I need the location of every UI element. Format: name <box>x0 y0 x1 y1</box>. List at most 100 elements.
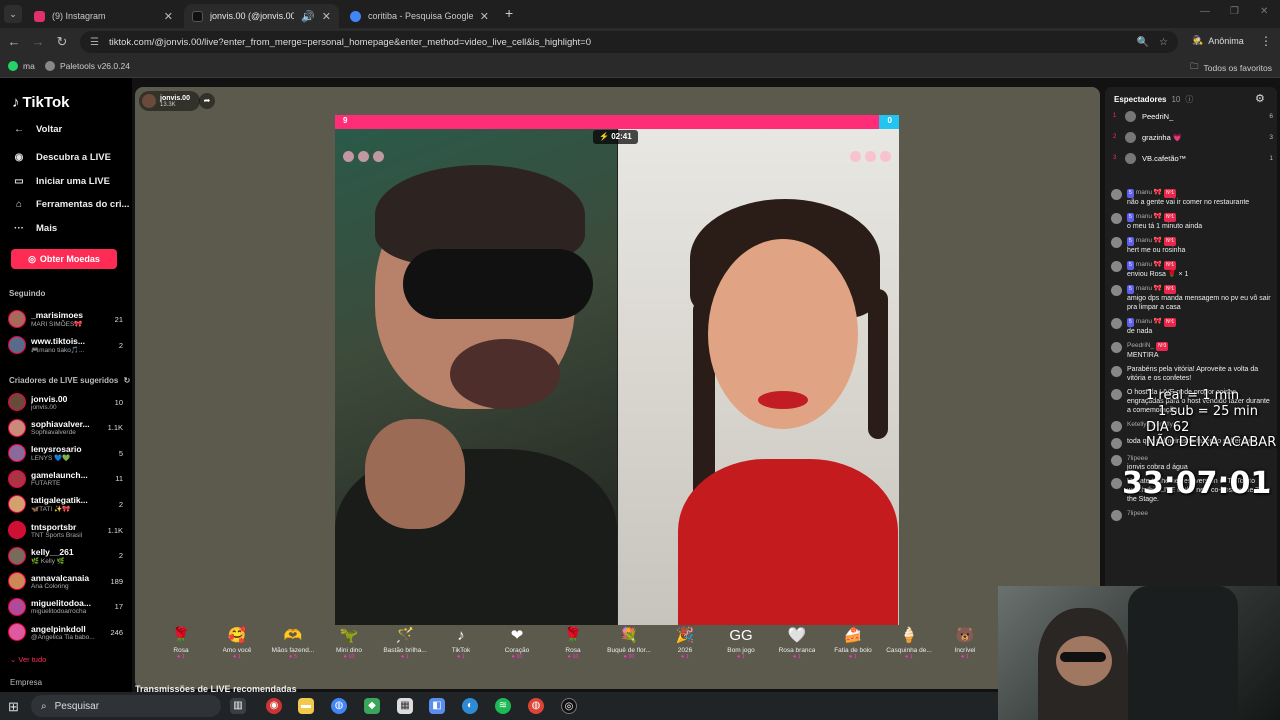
chat-message[interactable]: 5 manu 🎀 Nº1 enviou Rosa 🌹 × 1 <box>1111 260 1273 279</box>
following-account[interactable]: _marisimoes MARI SIMÕES🎀 21 <box>8 308 123 330</box>
suggested-account[interactable]: annavalcanaia Ana Coloring 189 <box>8 570 123 592</box>
nav-more[interactable]: ··· Mais <box>12 223 57 234</box>
tiktok-logo[interactable]: ♪ TikTok <box>12 94 69 111</box>
tab-tiktok[interactable]: jonvis.00 (@jonvis.00) com 🔊 ✕ <box>184 4 339 28</box>
browser-menu-icon[interactable]: ⋮ <box>1260 34 1272 48</box>
gift-item[interactable]: 🤍 Rosa branca ● 1 <box>769 625 825 675</box>
nav-discover-live[interactable]: ◉ Descubra a LIVE <box>12 152 111 163</box>
file-explorer-icon[interactable]: ▬ <box>298 698 314 714</box>
back-icon[interactable]: ← <box>6 34 22 49</box>
new-tab-icon[interactable]: + <box>505 5 513 21</box>
top-viewer-row[interactable]: 2 grazinha 💗 3 <box>1113 130 1273 144</box>
chat-message[interactable]: Parabéns pela vitória! Aproveite a volta… <box>1111 365 1273 383</box>
refresh-icon[interactable]: ↻ <box>124 376 131 385</box>
top-viewer-row[interactable]: 3 VB.cafetão™ 1 <box>1113 151 1273 165</box>
maximize-icon[interactable]: ❐ <box>1230 6 1239 17</box>
suggested-account[interactable]: kelly__261 🌿 Kelly 🌿 2 <box>8 545 123 567</box>
gift-price-value: 1 <box>181 654 185 660</box>
reload-icon[interactable]: ↻ <box>54 34 70 50</box>
back-link[interactable]: ← Voltar <box>12 124 62 135</box>
app-icon[interactable]: ◆ <box>364 698 380 714</box>
close-tab-icon[interactable]: ✕ <box>322 10 331 23</box>
speaker-icon[interactable]: 🔊 <box>301 10 315 23</box>
following-account[interactable]: www.tiktois... 🎮mano tiako🎵... 2 <box>8 334 123 356</box>
minimize-icon[interactable]: — <box>1200 6 1210 17</box>
obs-icon[interactable]: ◎ <box>561 698 577 714</box>
see-all-link[interactable]: ⌄ Ver tudo <box>10 655 46 664</box>
store-icon[interactable]: ▦ <box>397 698 413 714</box>
chat-message[interactable]: 5 manu 🎀 Nº1 hert me ou rosinha <box>1111 236 1273 255</box>
site-info-icon[interactable]: ☰ <box>90 37 99 48</box>
suggested-account[interactable]: tatigalegatik... 🦋TATI ✨🎀 2 <box>8 493 123 515</box>
tab-google[interactable]: coritiba - Pesquisa Google ✕ <box>342 4 497 28</box>
chat-message[interactable]: Ketellyn Kemilly <box>1111 420 1273 432</box>
top-viewer-row[interactable]: 1 PeedriN_ 6 <box>1113 109 1273 123</box>
app-icon[interactable]: ◉ <box>266 698 282 714</box>
gift-item[interactable]: 🍦 Casquinha de... ● 1 <box>881 625 937 675</box>
gift-item[interactable]: 🌹 Rosa ● 10 <box>545 625 601 675</box>
close-tab-icon[interactable]: ✕ <box>480 10 489 23</box>
gift-item[interactable]: ❤ Coração ● 10 <box>489 625 545 675</box>
task-view-icon[interactable]: ▥ <box>230 698 246 714</box>
chat-message[interactable]: 5 manu 🎀 Nº1 não a gente vai ir comer no re… <box>1111 188 1273 207</box>
tab-instagram[interactable]: (9) Instagram ✕ <box>26 4 181 28</box>
suggested-account[interactable]: sophiavalver... Sophiavalverde 1.1K <box>8 417 123 439</box>
get-coins-button[interactable]: ◎ Obter Moedas <box>11 249 117 269</box>
nav-start-live[interactable]: ▭ Iniciar uma LIVE <box>12 176 110 187</box>
gift-item[interactable]: 💐 Buquê de flor... ● 30 <box>601 625 657 675</box>
chrome-icon[interactable]: ◍ <box>528 698 544 714</box>
chat-message[interactable]: PeedriN_ Nº3 MENTIRA <box>1111 341 1273 360</box>
suggested-account[interactable]: tntsportsbr TNT Sports Brasil 1.1K <box>8 519 123 541</box>
address-bar[interactable]: ☰ tiktok.com/@jonvis.00/live?enter_from_… <box>80 31 1178 53</box>
gift-item[interactable]: 🍰 Fatia de bolo ● 1 <box>825 625 881 675</box>
bookmark-whatsapp[interactable]: ma <box>8 61 35 71</box>
url-text[interactable]: tiktok.com/@jonvis.00/live?enter_from_me… <box>109 37 1127 48</box>
host-info[interactable]: jonvis.00 13.3K <box>139 91 200 111</box>
gift-item[interactable]: 🎉 2026 ● 1 <box>657 625 713 675</box>
incognito-indicator[interactable]: 🕵 Anônima <box>1192 35 1244 46</box>
bookmark-paletools[interactable]: Paletools v26.0.24 <box>45 61 130 71</box>
gift-item[interactable]: 🫶 Mãos fazend... ● 5 <box>265 625 321 675</box>
suggested-account[interactable]: angelpinkdoll @Angelica Tia babo... 246 <box>8 621 123 643</box>
gift-item[interactable]: 🐻 Incrível ● 1 <box>937 625 993 675</box>
suggested-account[interactable]: gamelaunch... FUTARTE 11 <box>8 468 123 490</box>
chrome-icon[interactable]: ◍ <box>331 698 347 714</box>
close-window-icon[interactable]: ✕ <box>1260 6 1268 17</box>
chat-username: manu 🎀 <box>1135 213 1162 220</box>
gear-icon[interactable]: ⚙ <box>1255 92 1265 105</box>
all-bookmarks[interactable]: 🗀 Todos os favoritos <box>1190 61 1272 75</box>
host-viewers: 13.3K <box>160 101 176 108</box>
suggested-account[interactable]: miguelitodoa... miguelitodoarrocha 17 <box>8 596 123 618</box>
account-name: tntsportsbr <box>31 521 77 532</box>
chat-message[interactable]: 5 manu 🎀 Nº1 amigo dps manda mensagem no pv… <box>1111 284 1273 312</box>
live-video[interactable]: 9 0 ⚡ 02:41 <box>335 115 899 625</box>
edge-icon[interactable]: ◐ <box>462 698 478 714</box>
star-icon[interactable]: ☆ <box>1159 37 1168 48</box>
gift-item[interactable]: 🪄 Bastão brilha... ● 1 <box>377 625 433 675</box>
gift-item[interactable]: 🦖 Mini dino ● 10 <box>321 625 377 675</box>
chat-message[interactable]: 5 manu 🎀 Nº1 de nada <box>1111 317 1273 336</box>
taskbar-search[interactable]: ⌕ Pesquisar <box>31 695 221 717</box>
windows-start-icon[interactable]: ⊞ <box>8 699 19 715</box>
close-tab-icon[interactable]: ✕ <box>164 10 173 23</box>
gift-item[interactable]: 🌹 Rosa ● 1 <box>153 625 209 675</box>
chat-message[interactable]: 5 manu 🎀 Nº1 o meu tá 1 minuto ainda <box>1111 212 1273 231</box>
gift-item[interactable]: ♪ TikTok ● 1 <box>433 625 489 675</box>
viewers-header[interactable]: Espectadores 10 ⓘ <box>1114 94 1193 105</box>
suggested-account[interactable]: jonvis.00 jonvis.00 10 <box>8 391 123 413</box>
gift-item[interactable]: GG Bom jogo ● 1 <box>713 625 769 675</box>
spotify-icon[interactable]: ≋ <box>495 698 511 714</box>
suggested-account[interactable]: lenysrosario LENYS 💙💚 5 <box>8 442 123 464</box>
chat-message[interactable]: 7lipeee <box>1111 509 1273 521</box>
nav-creator-tools[interactable]: ⌂ Ferramentas do cri... <box>12 199 129 210</box>
taskbar: ⊞ ⌕ Pesquisar ▥ ◉ ▬ ◍ ◆ ▦ ◧ ◐ ≋ ◍ ◎ <box>0 692 998 720</box>
forward-icon[interactable]: → <box>30 34 46 49</box>
app-icon[interactable]: ◧ <box>429 698 445 714</box>
share-icon[interactable]: ➦ <box>199 93 215 109</box>
company-section[interactable]: Empresa <box>10 678 42 687</box>
zoom-icon[interactable]: 🔍 <box>1137 37 1149 48</box>
info-icon[interactable]: ⓘ <box>1185 94 1193 105</box>
tab-search-icon[interactable]: ⌄ <box>4 5 22 23</box>
gift-item[interactable]: 🥰 Amo você ● 1 <box>209 625 265 675</box>
gift-price: ● 1 <box>457 654 465 660</box>
